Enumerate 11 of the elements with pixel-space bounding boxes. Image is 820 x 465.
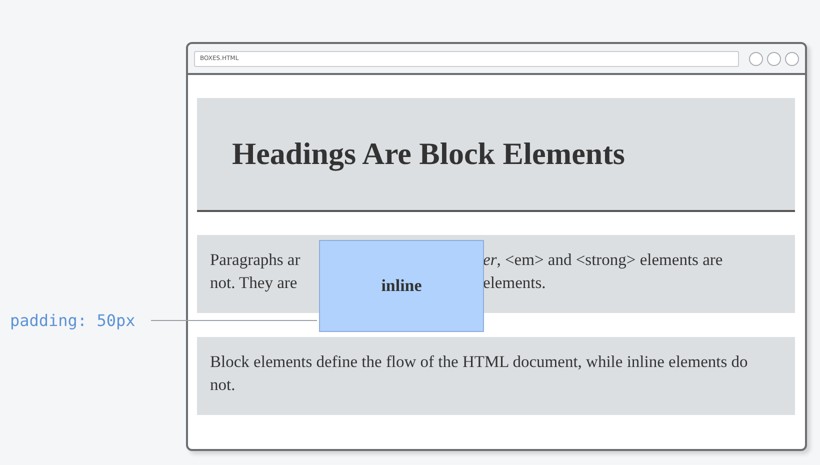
inline-box: inline bbox=[319, 240, 484, 332]
window-control-icon[interactable] bbox=[785, 52, 799, 66]
paragraph-text: Block elements define the flow of the HTML document, while inline elements do not. bbox=[210, 351, 749, 396]
paragraph-text: er, <em> and <strong> elements are bbox=[483, 249, 723, 271]
window-control-icon[interactable] bbox=[767, 52, 781, 66]
heading: Headings Are Block Elements bbox=[197, 98, 795, 212]
window-control-icon[interactable] bbox=[749, 52, 763, 66]
annotation-label: padding: 50px bbox=[10, 311, 136, 330]
paragraph-text: not. They are bbox=[210, 273, 298, 292]
paragraph-text: elements. bbox=[483, 272, 546, 294]
paragraph-text: Paragraphs ar bbox=[210, 250, 300, 269]
